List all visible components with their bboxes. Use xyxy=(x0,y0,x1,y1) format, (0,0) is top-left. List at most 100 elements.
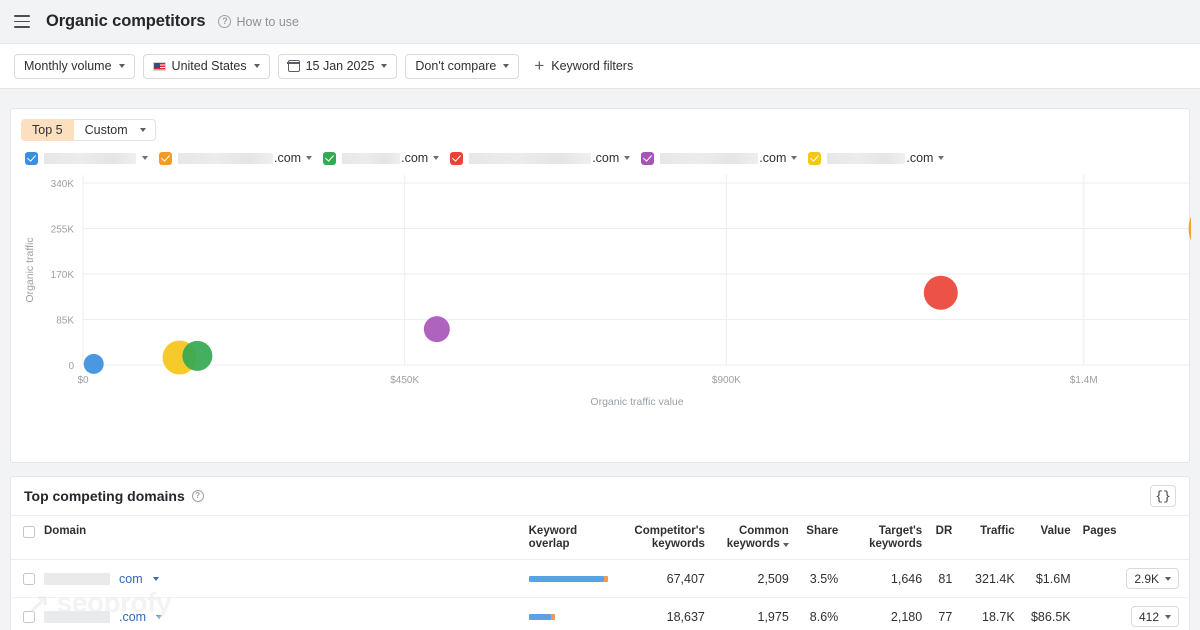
legend-checkbox-5[interactable] xyxy=(808,151,822,165)
cell-traffic: 321.4K xyxy=(952,559,1015,598)
chevron-down-icon xyxy=(253,64,260,68)
tab-top-5[interactable]: Top 5 xyxy=(21,119,74,141)
cell-targets-keywords[interactable]: 2,180 xyxy=(838,597,923,630)
table-row[interactable]: .com 18,637 1,975 8.6% 2,180 77 18.7K $86.5K 412 xyxy=(11,597,1189,630)
metric-dropdown[interactable]: Monthly volume xyxy=(14,53,135,79)
legend-item-0[interactable] xyxy=(25,151,148,165)
bubble-competitor-blue[interactable] xyxy=(83,353,104,374)
domain-suffix: com xyxy=(119,571,143,586)
table-header-row: Domain Keyword overlap Competitor's keyw… xyxy=(11,516,1189,560)
cell-pages: 412 xyxy=(1070,597,1189,630)
how-to-use-link[interactable]: ? How to use xyxy=(218,15,299,29)
legend-item-1[interactable]: .com xyxy=(159,151,313,165)
column-header-value[interactable]: Value xyxy=(1014,516,1071,560)
question-circle-icon: ? xyxy=(218,15,232,28)
legend-domain-suffix-4: .com xyxy=(759,151,787,165)
column-header-common-keywords[interactable]: Common keywords xyxy=(704,516,789,560)
domain-redacted xyxy=(44,572,110,585)
column-header-keyword-overlap[interactable]: Keyword overlap xyxy=(516,516,609,560)
column-header-pages[interactable]: Pages xyxy=(1070,516,1189,560)
country-label: United States xyxy=(171,59,247,73)
chevron-down-icon xyxy=(142,156,148,160)
column-header-share[interactable]: Share xyxy=(788,516,839,560)
pages-dropdown[interactable]: 412 xyxy=(1130,606,1179,627)
chevron-down-icon xyxy=(503,64,510,68)
api-code-button[interactable]: {} xyxy=(1150,485,1176,507)
hamburger-icon[interactable] xyxy=(14,15,30,28)
overlap-target-marker xyxy=(550,613,555,620)
chevron-down-icon xyxy=(624,156,631,160)
legend-checkbox-1[interactable] xyxy=(159,151,172,165)
x-tick-label-1: $450K xyxy=(390,375,419,386)
country-dropdown[interactable]: United States xyxy=(142,53,270,79)
chevron-down-icon[interactable] xyxy=(152,576,159,581)
chevron-down-icon xyxy=(791,156,798,160)
chevron-down-icon[interactable] xyxy=(156,614,163,619)
cell-common-keywords[interactable]: 2,509 xyxy=(704,559,789,598)
top-competing-domains-card: Top competing domains ? {} Domain Keywor… xyxy=(10,476,1190,630)
chart-tab-group: Top 5 Custom xyxy=(11,109,1189,141)
chevron-down-icon xyxy=(1165,576,1171,581)
cell-pages: 2.9K xyxy=(1070,559,1189,598)
cell-share: 8.6% xyxy=(788,597,839,630)
app-root: Organic competitors ? How to use Monthly… xyxy=(0,0,1200,630)
page-title: Organic competitors xyxy=(46,12,206,30)
pages-dropdown[interactable]: 2.9K xyxy=(1126,568,1179,589)
select-all-checkbox[interactable] xyxy=(23,525,35,538)
column-header-targets-keywords[interactable]: Target's keywords xyxy=(838,516,923,560)
table-title: Top competing domains xyxy=(24,488,185,504)
legend-checkbox-3[interactable] xyxy=(450,151,464,165)
scatter-plot: 0 85K 170K 255K 340K $0 $450K $900K $1.4M Organic… xyxy=(11,165,1191,420)
cell-competitors-keywords[interactable]: 67,407 xyxy=(608,559,705,598)
compare-dropdown[interactable]: Don't compare xyxy=(405,53,520,79)
legend-domain-suffix-1: .com xyxy=(274,151,302,165)
column-header-competitors-keywords[interactable]: Competitor's keywords xyxy=(608,516,705,560)
tab-top-5-label: Top 5 xyxy=(32,123,63,137)
legend-item-5[interactable]: .com xyxy=(808,151,945,165)
bubble-competitor-red[interactable] xyxy=(923,275,958,310)
cell-domain[interactable]: .com xyxy=(11,597,517,630)
column-header-common-keywords-label: Common keywords xyxy=(726,525,789,550)
cell-common-keywords[interactable]: 1,975 xyxy=(704,597,789,630)
bubble-competitor-purple[interactable] xyxy=(423,316,450,343)
date-dropdown[interactable]: 15 Jan 2025 xyxy=(277,53,398,79)
keyword-filters-label: Keyword filters xyxy=(551,59,634,73)
column-header-pages-label: Pages xyxy=(1082,525,1117,537)
y-axis-title: Organic traffic xyxy=(24,237,36,302)
chevron-down-icon xyxy=(1165,614,1171,619)
legend-item-4[interactable]: .com xyxy=(641,151,798,165)
row-checkbox[interactable] xyxy=(23,610,35,623)
legend-domain-suffix-3: .com xyxy=(592,151,620,165)
legend-domain-redacted-2 xyxy=(342,152,401,164)
bubble-competitor-green[interactable] xyxy=(182,340,213,371)
cell-traffic: 18.7K xyxy=(952,597,1015,630)
x-tick-label-0: $0 xyxy=(77,375,89,386)
legend-domain-redacted-3 xyxy=(469,152,592,164)
date-label: 15 Jan 2025 xyxy=(305,59,375,73)
legend-item-2[interactable]: .com xyxy=(323,151,440,165)
legend-checkbox-4[interactable] xyxy=(641,151,655,165)
chevron-down-icon xyxy=(433,156,440,160)
cell-domain[interactable]: com xyxy=(11,559,517,598)
row-checkbox[interactable] xyxy=(23,572,35,585)
cell-targets-keywords[interactable]: 1,646 xyxy=(838,559,923,598)
column-header-traffic[interactable]: Traffic xyxy=(952,516,1015,560)
y-tick-label-2: 170K xyxy=(51,270,75,281)
tab-custom[interactable]: Custom xyxy=(73,119,156,141)
table-row[interactable]: com 67,407 2,509 3.5% 1,646 81 321.4K $1.6M 2.9K xyxy=(11,559,1189,598)
keyword-filters-button[interactable]: + Keyword filters xyxy=(534,57,634,74)
column-header-dr[interactable]: DR xyxy=(922,516,953,560)
cell-competitors-keywords[interactable]: 18,637 xyxy=(608,597,705,630)
chevron-down-icon xyxy=(938,156,945,160)
x-tick-label-3: $1.4M xyxy=(1070,375,1098,386)
column-header-domain[interactable]: Domain xyxy=(11,516,517,560)
chevron-down-icon xyxy=(381,64,388,68)
question-circle-icon: ? xyxy=(191,490,204,502)
legend-item-3[interactable]: .com xyxy=(450,151,631,165)
legend-checkbox-0[interactable] xyxy=(25,151,38,165)
overlap-target-marker xyxy=(604,575,609,582)
y-tick-label-1: 85K xyxy=(56,316,74,327)
us-flag-icon xyxy=(152,61,166,71)
bubble-competitor-orange[interactable] xyxy=(1188,198,1191,260)
legend-checkbox-2[interactable] xyxy=(323,151,337,165)
